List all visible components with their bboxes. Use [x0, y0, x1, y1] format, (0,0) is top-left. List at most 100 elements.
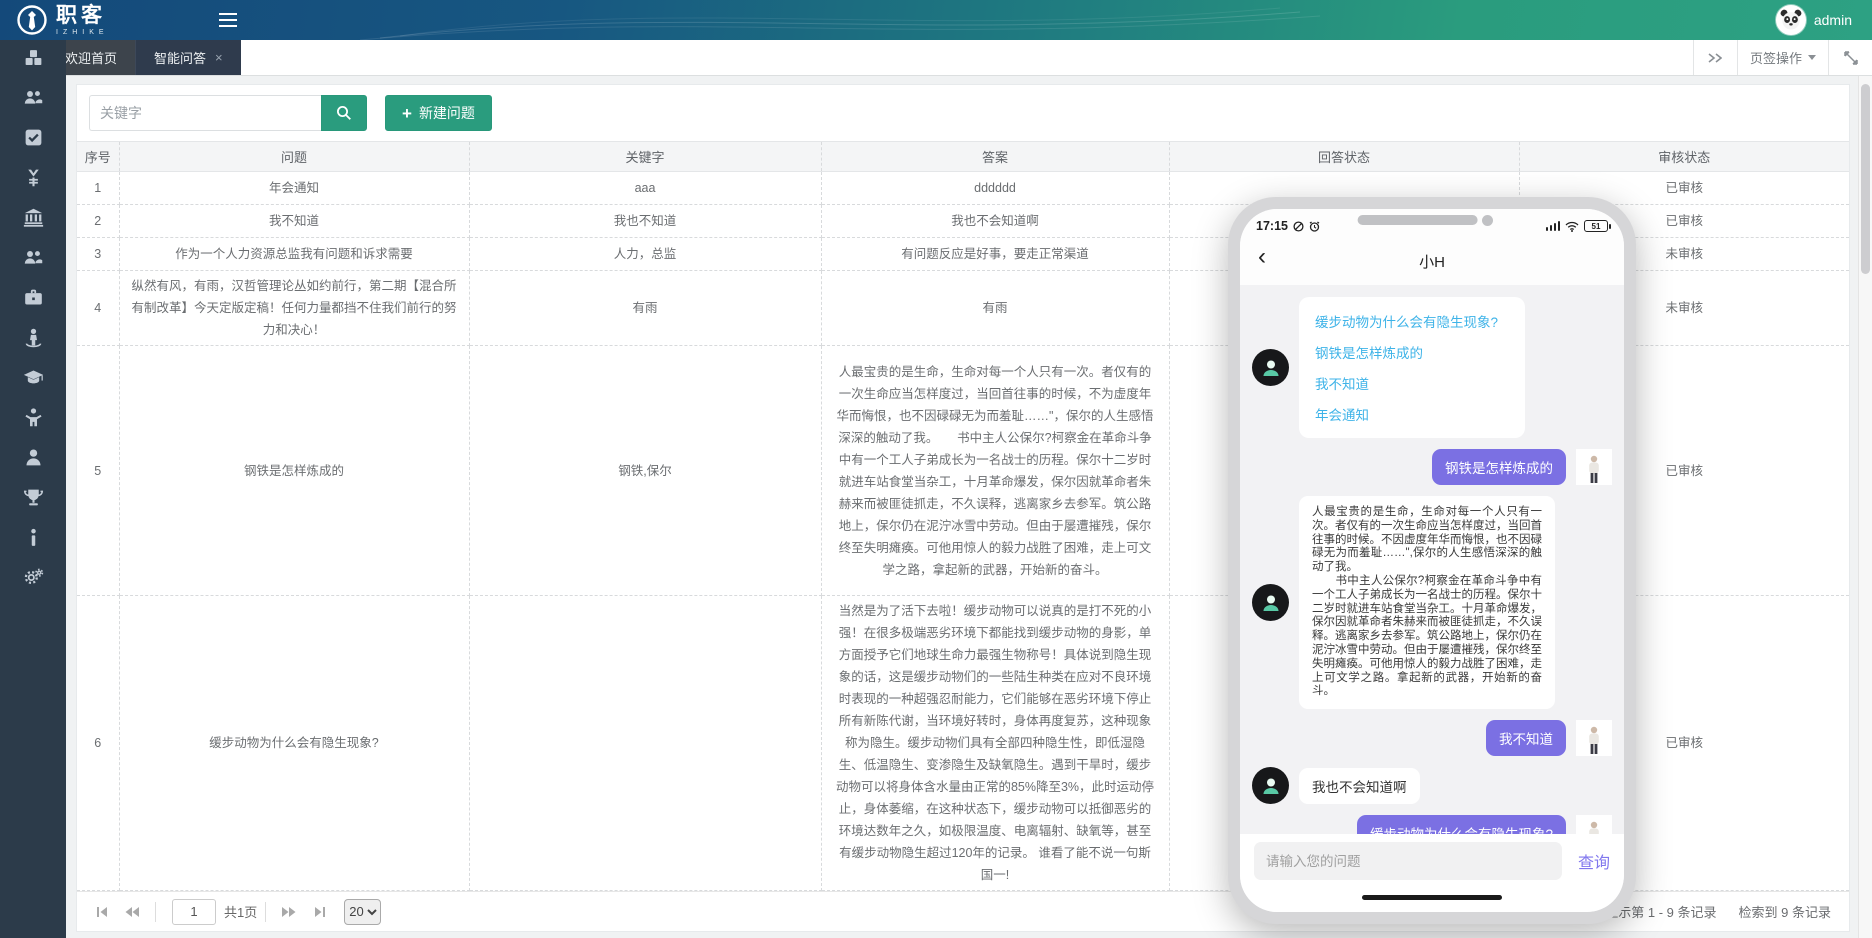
phone-preview: 17:15 51: [1228, 197, 1636, 924]
column-header: 回答状态: [1169, 142, 1519, 172]
status-time: 17:15: [1256, 219, 1288, 233]
suggested-question-link[interactable]: 钢铁是怎样炼成的: [1315, 342, 1509, 362]
page-size-select[interactable]: 20: [344, 899, 381, 925]
bot-message: 人最宝贵的是生命，生命对每一个人只有一次。者仅有的一次生命应当怎样度过，当回首往…: [1252, 496, 1612, 709]
records-found-label: 检索到 9 条记录: [1739, 902, 1831, 921]
new-question-label: 新建问题: [419, 103, 475, 123]
info-icon: [23, 527, 44, 553]
bot-message: 我也不会知道啊: [1252, 767, 1612, 804]
page-number-input[interactable]: [172, 899, 216, 925]
header-wave-decoration: [0, 0, 1872, 40]
user-menu[interactable]: admin: [1776, 5, 1872, 35]
search-button[interactable]: [321, 95, 367, 131]
page-tab-bar: 欢迎首页 智能问答 × 页签操作: [0, 40, 1872, 76]
wifi-icon: [1565, 221, 1579, 232]
next-page-icon[interactable]: [274, 899, 304, 925]
cell-question: 年会通知: [119, 172, 469, 205]
phone-statusbar-area: 17:15 51: [1240, 209, 1624, 285]
keyword-search-input[interactable]: [89, 95, 321, 131]
search-icon: [336, 105, 352, 121]
users-icon: [23, 247, 44, 273]
suggested-question-link[interactable]: 我不知道: [1315, 373, 1509, 393]
app-window: 职客 IZHIKE admin 欢迎首页 智能: [0, 0, 1872, 938]
column-header: 审核状态: [1519, 142, 1849, 172]
new-question-button[interactable]: + 新建问题: [385, 95, 492, 131]
cell-keyword: 钢铁,保尔: [469, 346, 821, 596]
sidebar-item-modules[interactable]: [0, 40, 66, 80]
sidebar-item-about[interactable]: [0, 520, 66, 560]
prev-page-icon[interactable]: [117, 899, 147, 925]
tab-smart-qa[interactable]: 智能问答 ×: [135, 40, 241, 75]
tab-actions-dropdown[interactable]: 页签操作: [1737, 40, 1828, 75]
cogs-icon: [23, 567, 44, 593]
cell-seq: 3: [77, 238, 119, 271]
graduation-cap-icon: [23, 367, 44, 393]
user-bubble: 钢铁是怎样炼成的: [1432, 449, 1566, 485]
sidebar-item-training[interactable]: [0, 360, 66, 400]
bot-avatar: [1252, 584, 1289, 621]
user-message: 缓步动物为什么会有隐生现象?: [1252, 815, 1612, 834]
battery-icon: 51: [1584, 220, 1608, 232]
tab-welcome-label: 欢迎首页: [65, 48, 117, 67]
tab-actions-label: 页签操作: [1750, 48, 1802, 67]
scrollbar-thumb[interactable]: [1861, 84, 1870, 274]
cell-answer: 有雨: [821, 271, 1169, 346]
vertical-scrollbar[interactable]: [1858, 76, 1872, 938]
sidebar-item-groups[interactable]: [0, 240, 66, 280]
page-total-label: 共1页: [224, 902, 257, 921]
cell-answer: dddddd: [821, 172, 1169, 205]
cell-question: 我不知道: [119, 205, 469, 238]
sidebar-item-institution[interactable]: [0, 200, 66, 240]
child-icon: [23, 407, 44, 433]
sidebar-item-business[interactable]: [0, 280, 66, 320]
sidebar-item-hr[interactable]: [0, 80, 66, 120]
fullscreen-toggle-icon[interactable]: [1828, 40, 1872, 75]
hamburger-menu-icon[interactable]: [208, 0, 248, 40]
tabs-scroll-right-icon[interactable]: [1693, 40, 1737, 75]
mute-icon: [1293, 221, 1304, 232]
cell-question: 钢铁是怎样炼成的: [119, 346, 469, 596]
cell-question: 缓步动物为什么会有隐生现象?: [119, 596, 469, 891]
user-avatar: [1576, 449, 1612, 485]
bank-icon: [23, 207, 44, 233]
phone-screen: 17:15 51: [1240, 209, 1624, 912]
check-square-icon: [23, 127, 44, 153]
sidebar-item-settings[interactable]: [0, 560, 66, 600]
bot-avatar: [1252, 349, 1289, 386]
main-sidebar: [0, 40, 66, 938]
back-chevron-icon[interactable]: ‹: [1258, 245, 1266, 269]
column-header: 问题: [119, 142, 469, 172]
chat-message-list: 缓步动物为什么会有隐生现象?钢铁是怎样炼成的我不知道年会通知钢铁是怎样炼成的人最…: [1240, 285, 1624, 834]
user-avatar: [1576, 720, 1612, 756]
phone-home-area: [1240, 888, 1624, 912]
question-input[interactable]: [1254, 842, 1562, 880]
first-page-icon[interactable]: [87, 899, 117, 925]
sidebar-item-finance[interactable]: [0, 160, 66, 200]
sidebar-item-approvals[interactable]: [0, 120, 66, 160]
signal-icon: [1546, 221, 1561, 231]
sidebar-item-members[interactable]: [0, 440, 66, 480]
last-page-icon[interactable]: [304, 899, 334, 925]
cell-seq: 6: [77, 596, 119, 891]
tab-close-icon[interactable]: ×: [215, 50, 223, 65]
chat-input-bar: 查询: [1240, 834, 1624, 888]
cell-seq: 2: [77, 205, 119, 238]
sidebar-item-field[interactable]: [0, 320, 66, 360]
bot-bubble: 人最宝贵的是生命，生命对每一个人只有一次。者仅有的一次生命应当怎样度过，当回首往…: [1299, 496, 1555, 709]
suggested-question-link[interactable]: 年会通知: [1315, 404, 1509, 424]
bot-bubble: 我也不会知道啊: [1299, 768, 1420, 804]
alarm-icon: [1309, 221, 1320, 232]
query-send-button[interactable]: 查询: [1578, 849, 1610, 873]
tab-smart-qa-label: 智能问答: [154, 48, 206, 67]
username: admin: [1814, 12, 1852, 28]
street-view-icon: [23, 327, 44, 353]
suggested-question-link[interactable]: 缓步动物为什么会有隐生现象?: [1315, 311, 1509, 331]
app-logo: 职客 IZHIKE: [0, 4, 208, 36]
trophy-icon: [23, 487, 44, 513]
suggested-questions-card: 缓步动物为什么会有隐生现象? 钢铁是怎样炼成的我不知道年会通知: [1299, 297, 1525, 438]
cell-answer: 我也不会知道啊: [821, 205, 1169, 238]
home-indicator: [1362, 895, 1502, 900]
sidebar-item-honors[interactable]: [0, 480, 66, 520]
sidebar-item-activity[interactable]: [0, 400, 66, 440]
yen-icon: [23, 167, 44, 193]
